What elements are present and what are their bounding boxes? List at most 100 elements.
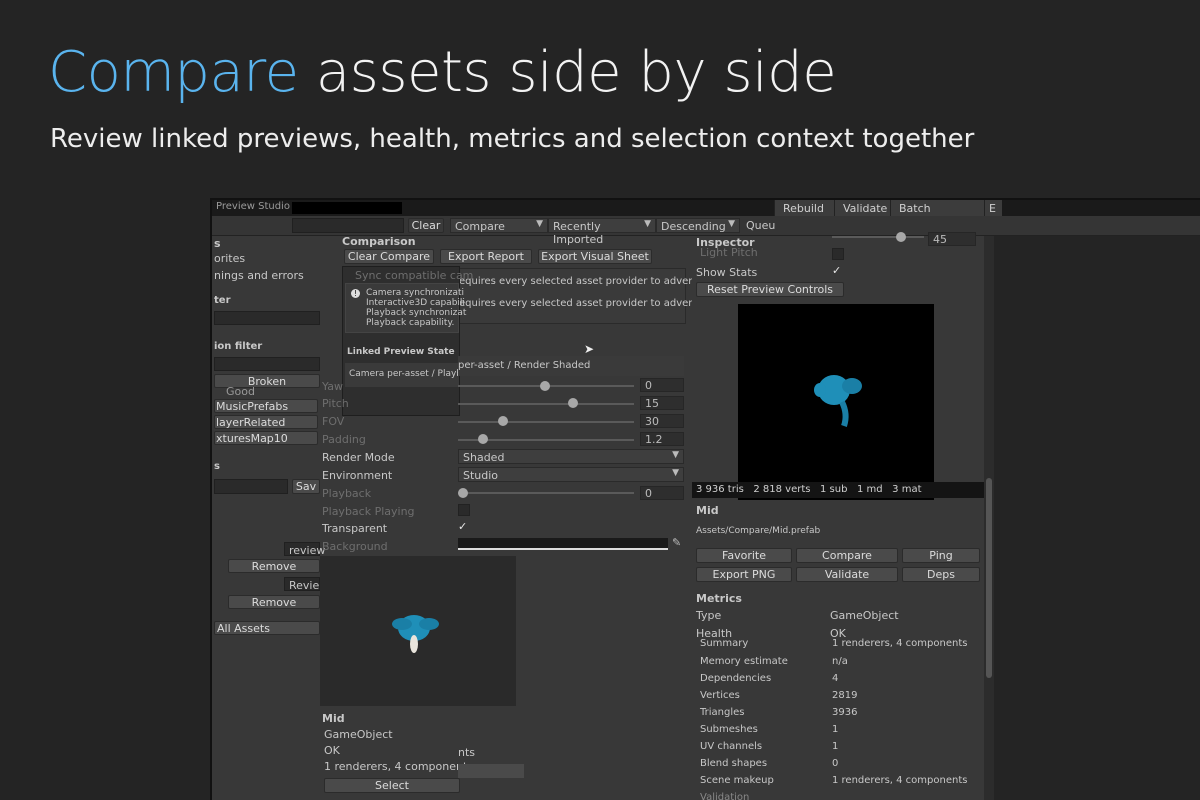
export-visual-sheet-button[interactable]: Export Visual Sheet — [538, 249, 652, 264]
metric-key: Memory estimate — [700, 656, 788, 667]
fov-value[interactable]: 30 — [640, 414, 684, 428]
yaw-knob[interactable] — [540, 381, 550, 391]
section-filter-label: ion filter — [214, 341, 263, 352]
validation-label: Validation — [700, 792, 750, 800]
sort-value: Recently Imported — [553, 220, 604, 246]
good-label[interactable]: Good — [226, 385, 255, 398]
remove-button-2[interactable]: Remove — [228, 595, 320, 609]
favorite-button[interactable]: Favorite — [696, 548, 792, 563]
background-color-field[interactable] — [458, 538, 668, 550]
metric-value: 2819 — [832, 690, 858, 701]
left-panel: s orites nings and errors ter ion filter… — [212, 237, 325, 800]
render-mode-dropdown[interactable]: Shaded ▼ — [458, 449, 684, 464]
sort-dropdown[interactable]: Recently Imported ▼ — [548, 218, 656, 246]
metric-value: 3936 — [832, 707, 858, 718]
sync-warning-line-3: Playback synchronizat — [366, 308, 467, 318]
deps-button[interactable]: Deps — [902, 567, 980, 582]
show-stats-checkmark-icon[interactable]: ✓ — [832, 264, 841, 277]
metric-key: Type — [696, 609, 722, 622]
compare-button[interactable]: Compare — [796, 548, 898, 563]
light-knob[interactable] — [896, 232, 906, 242]
pitch-knob[interactable] — [568, 398, 578, 408]
sidebar-item-favorites[interactable]: orites — [214, 252, 245, 265]
order-dropdown[interactable]: Descending ▼ — [656, 218, 740, 233]
title-bar: Preview Studio Rebuild Validate Batch Th… — [212, 200, 1200, 228]
sync-warning: ! Camera synchronizati Interactive3D cap… — [345, 283, 466, 333]
remove-button-1[interactable]: Remove — [228, 559, 320, 573]
left-asset-health: OK — [324, 744, 340, 757]
stats-bar: 3 936 tris 2 818 verts 1 sub 1 md 3 mat — [692, 482, 992, 498]
light-pitch-label: Light Pitch — [700, 246, 758, 259]
queue-label[interactable]: Queu — [746, 219, 775, 232]
ping-button[interactable]: Ping — [902, 548, 980, 563]
metric-key: Vertices — [700, 690, 740, 701]
padding-value[interactable]: 1.2 — [640, 432, 684, 446]
metric-value: 1 renderers, 4 components — [832, 775, 968, 786]
environment-value: Studio — [463, 469, 499, 482]
export-report-button[interactable]: Export Report — [440, 249, 532, 264]
tag-layerrelated[interactable]: layerRelated — [214, 415, 318, 429]
sync-camera-toggle[interactable]: Sync compatible cam — [355, 269, 473, 282]
headline-accent: Compare — [48, 40, 299, 105]
filter-input[interactable] — [214, 311, 320, 325]
fov-slider[interactable] — [458, 421, 634, 423]
app-window: Preview Studio Rebuild Validate Batch Th… — [210, 198, 1200, 800]
pitch-value[interactable]: 15 — [640, 396, 684, 410]
order-value: Descending — [661, 220, 726, 233]
export-png-button[interactable]: Export PNG — [696, 567, 792, 582]
metric-key: Dependencies — [700, 673, 772, 684]
environment-dropdown[interactable]: Studio ▼ — [458, 467, 684, 482]
tag-musicprefabs[interactable]: MusicPrefabs — [214, 399, 318, 413]
inspector-scrollbar[interactable] — [984, 236, 994, 800]
metrics-scroll-area[interactable]: Summary 1 renderers, 4 components Memory… — [696, 636, 986, 800]
metric-value: GameObject — [830, 609, 899, 622]
left-asset-type: GameObject — [324, 728, 393, 741]
reset-preview-button[interactable]: Reset Preview Controls — [696, 282, 844, 297]
metric-value: 4 — [832, 673, 839, 684]
chevron-down-icon: ▼ — [644, 219, 651, 229]
padding-label: Padding — [322, 433, 366, 446]
yaw-value[interactable]: 0 — [640, 378, 684, 392]
inspector-preview[interactable] — [738, 304, 934, 500]
metric-key: Blend shapes — [700, 758, 768, 769]
light-slider[interactable] — [832, 236, 924, 238]
light-value[interactable]: 45 — [928, 232, 976, 246]
pitch-slider[interactable] — [458, 403, 634, 405]
requires-text-1: equires every selected asset provider to… — [459, 276, 711, 287]
padding-knob[interactable] — [478, 434, 488, 444]
background-label: Background — [322, 540, 388, 553]
light-checkbox[interactable] — [832, 248, 844, 260]
clear-button[interactable]: Clear — [408, 218, 444, 233]
left-extra-button[interactable] — [458, 764, 524, 778]
search-input[interactable] — [292, 218, 404, 233]
eyedropper-icon[interactable]: ✎ — [672, 536, 681, 549]
headline-rest: assets side by side — [315, 40, 837, 105]
render-mode-label: Render Mode — [322, 451, 395, 464]
camera-per-asset: Camera per-asset / Playba — [345, 363, 459, 387]
tag-texturesmap10[interactable]: xturesMap10 — [214, 431, 318, 445]
mode-dropdown[interactable]: Compare ▼ — [450, 218, 548, 233]
review-field-1[interactable]: review — [284, 542, 325, 557]
validate-button[interactable]: Validate — [796, 567, 898, 582]
subheadline: Review linked previews, health, metrics … — [50, 124, 975, 154]
all-assets-button[interactable]: All Assets — [214, 621, 320, 635]
section-filter-input[interactable] — [214, 357, 320, 371]
fov-knob[interactable] — [498, 416, 508, 426]
review-field-2[interactable]: Revie — [284, 577, 320, 592]
playback-slider[interactable] — [458, 492, 634, 494]
select-button[interactable]: Select — [324, 778, 460, 793]
clear-compare-button[interactable]: Clear Compare — [344, 249, 434, 264]
save-name-input[interactable] — [214, 479, 288, 494]
playback-value[interactable]: 0 — [640, 486, 684, 500]
inspector-asset-name: Mid — [696, 504, 719, 517]
metrics-title: Metrics — [696, 592, 742, 605]
window-title: Preview Studio — [216, 201, 290, 212]
sidebar-item-warnings[interactable]: nings and errors — [214, 269, 304, 282]
transparent-checkmark-icon[interactable]: ✓ — [458, 520, 467, 533]
save-button[interactable]: Sav — [292, 479, 320, 494]
sync-warning-line-2: Interactive3D capabili — [366, 298, 465, 308]
scrollbar-thumb[interactable] — [986, 478, 992, 678]
metric-key: Summary — [700, 638, 749, 649]
playback-knob[interactable] — [458, 488, 468, 498]
playback-playing-checkbox[interactable] — [458, 504, 470, 516]
